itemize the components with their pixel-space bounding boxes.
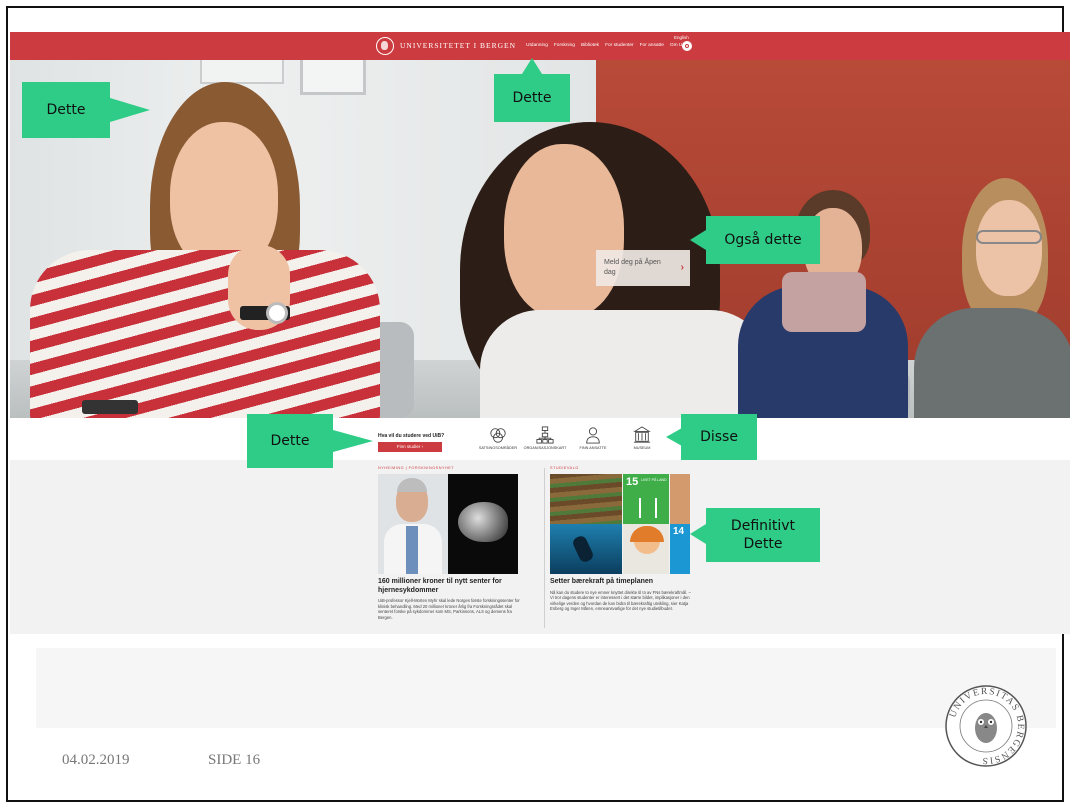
open-day-cta[interactable]: Meld deg på Åpen dag › (596, 250, 690, 286)
callout-logo: Dette (22, 82, 110, 138)
search-icon[interactable] (682, 41, 692, 51)
nav-item-bibliotek[interactable]: Bibliotek (581, 43, 599, 48)
university-seal-logo: UNIVERSITAS BERGENSIS (945, 685, 1027, 767)
website-screenshot: UNIVERSITETET I BERGEN Utdanning Forskni… (10, 32, 1070, 634)
news-kicker: STUDIEVALG (550, 466, 579, 470)
news-image-sdg-collage: 15 LIVET PÅ LAND 14 (550, 474, 690, 574)
callout-nav: Dette (494, 74, 570, 122)
news-body: Nå kan du studere to nye emner knyttet d… (550, 589, 691, 612)
english-link[interactable]: English (674, 35, 689, 40)
news-section: NYHEIMING | FORSKNINGSNYHET 160 millione… (10, 460, 1070, 634)
quick-link-museum[interactable]: MUSEUM (612, 426, 672, 450)
main-nav: Utdanning Forskning Bibliotek For studen… (526, 43, 689, 48)
chevron-right-icon: › (680, 262, 684, 273)
org-chart-icon (536, 426, 554, 444)
news-body: UiB-professor Kjell-Morten Myhr skal led… (378, 598, 520, 620)
news-title[interactable]: 160 millioner kroner til nytt senter for… (378, 578, 520, 595)
site-header: UNIVERSITETET I BERGEN Utdanning Forskni… (10, 32, 1070, 60)
news-title[interactable]: Setter bærekraft på timeplanen (550, 578, 692, 587)
news-image-researcher-brain (378, 474, 518, 574)
person-icon (586, 427, 600, 444)
nav-item-forskning[interactable]: Forskning (554, 43, 575, 48)
news-card-brain-research[interactable]: NYHEIMING | FORSKNINGSNYHET 160 millione… (378, 466, 520, 620)
circles-icon (490, 428, 506, 443)
open-day-cta-label: Meld deg på Åpen dag (604, 259, 661, 276)
nav-item-for-ansatte[interactable]: For ansatte (640, 43, 664, 48)
museum-icon (633, 426, 651, 443)
slide-footer-band (36, 648, 1056, 728)
find-studies-button[interactable]: Finn studier › (378, 442, 442, 452)
study-question: Hva vil du studere ved UiB? (378, 433, 445, 439)
nav-item-for-studenter[interactable]: For studenter (605, 43, 634, 48)
quick-links-bar: Hva vil du studere ved UiB? Finn studier… (10, 418, 1070, 460)
nav-item-utdanning[interactable]: Utdanning (526, 43, 548, 48)
slide-page-number: SIDE 16 (208, 752, 261, 768)
news-card-sustainability[interactable]: STUDIEVALG 15 LIVET PÅ LAND 14 Setter bæ (550, 466, 692, 612)
university-seal-icon[interactable] (376, 37, 394, 55)
site-logo-text[interactable]: UNIVERSITETET I BERGEN (400, 41, 516, 50)
callout-study-search: Dette (247, 414, 333, 468)
news-kicker: NYHEIMING | FORSKNINGSNYHET (378, 466, 455, 470)
slide-date: 04.02.2019 (62, 752, 130, 768)
callout-open-day: Også dette (706, 216, 820, 264)
callout-quick-links: Disse (681, 414, 757, 460)
callout-news: Definitivt Dette (706, 508, 820, 562)
